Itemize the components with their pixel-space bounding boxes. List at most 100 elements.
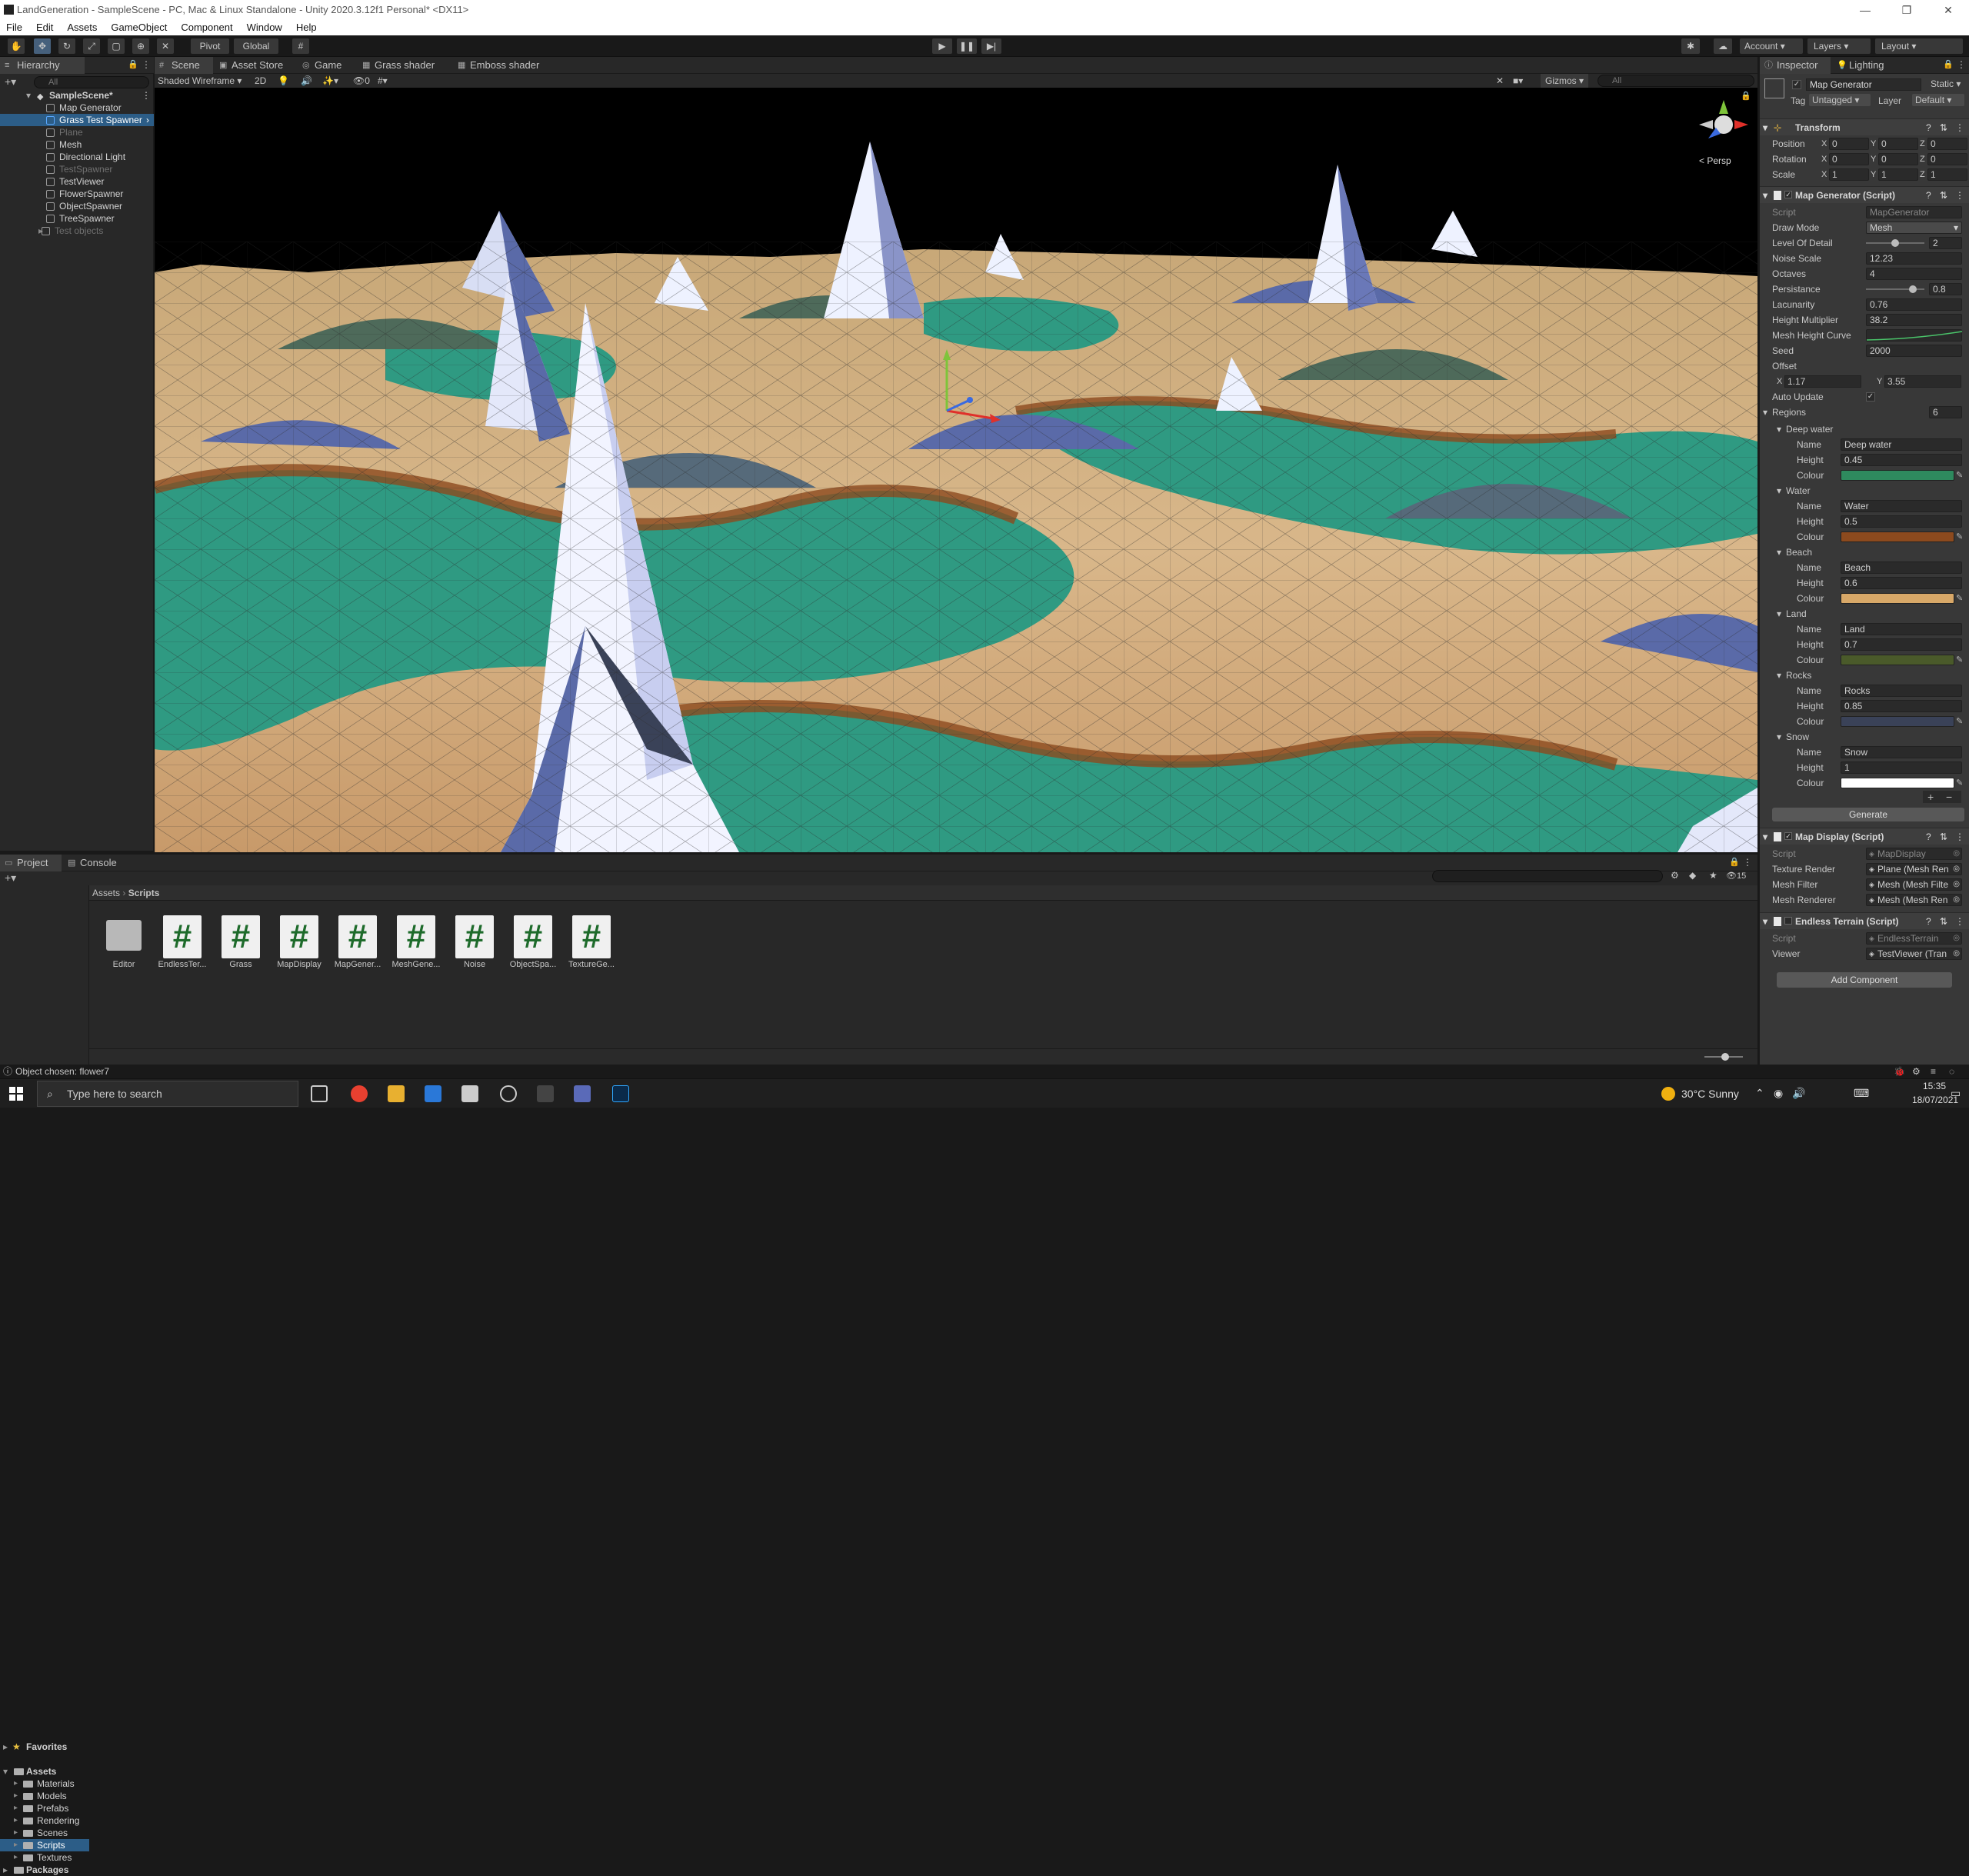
foldout-arrow-icon[interactable]: ▾ [1777,545,1781,560]
transform-rotation-z-field[interactable]: 0 [1927,153,1967,165]
asset-script[interactable]: # ObjectSpa... [506,915,560,969]
status-message[interactable]: Object chosen: flower7 [15,1066,109,1077]
slider-handle[interactable] [1891,239,1899,247]
hierarchy-search-input[interactable]: All [34,76,149,88]
eyedropper-icon[interactable]: ✎ [1956,593,1965,604]
offset-x-field[interactable]: 1.17 [1784,375,1861,388]
gizmo-lock-icon[interactable]: 🔒 [1741,91,1751,101]
object-picker-icon[interactable]: ◎ [1953,933,1960,944]
network-icon[interactable]: ◉ [1774,1087,1783,1100]
foldout-arrow-icon[interactable]: ▾ [1763,913,1767,930]
enabled-checkbox[interactable] [1784,917,1792,925]
folder-item[interactable]: ▸ Scenes [0,1827,89,1839]
scene-menu-icon[interactable]: ⋮ [142,89,151,102]
tab-hierarchy[interactable]: ≡ Hierarchy [0,57,85,74]
region-colour-swatch[interactable] [1841,778,1954,788]
filter-type-icon[interactable]: ⚙ [1671,870,1679,881]
height-curve-field[interactable] [1866,329,1963,342]
eyedropper-icon[interactable]: ✎ [1956,531,1965,542]
asset-script[interactable]: # MeshGene... [389,915,443,969]
slider-handle[interactable] [1908,285,1917,293]
asset-script[interactable]: # Noise [448,915,501,969]
hierarchy-item[interactable]: Grass Test Spawner › [0,114,154,126]
transform-scale-z-field[interactable]: 1 [1927,168,1967,181]
folder-item[interactable]: ▸ Scripts [0,1839,89,1851]
region-height-field[interactable]: 0.5 [1841,515,1962,528]
hierarchy-item[interactable]: Mesh [0,138,154,151]
favorites-item[interactable]: ▸ ★ Favorites [0,1741,89,1753]
assets-folder-item[interactable]: ▾ Assets [0,1765,89,1778]
regions-count-field[interactable]: 6 [1929,406,1962,418]
foldout-arrow-icon[interactable]: ▾ [1777,668,1781,683]
audio-toggle-icon[interactable]: 🔊 [301,74,312,88]
foldout-arrow-icon[interactable]: ▾ [1763,119,1767,136]
expand-arrow-icon[interactable]: ▸ [14,1851,18,1864]
presets-icon[interactable]: ⇅ [1940,828,1947,845]
file-explorer-icon[interactable] [388,1085,405,1102]
draw-mode-dropdown[interactable]: Mesh ▾ [1866,222,1962,234]
play-icon[interactable]: ▶ [932,38,952,54]
notifications-icon[interactable]: ▭ [1951,1087,1961,1100]
regions-row[interactable]: ▾ Regions 6 [1760,405,1969,420]
object-picker-icon[interactable]: ◎ [1953,848,1960,859]
object-field[interactable]: ◈ Mesh (Mesh Ren ◎ [1866,894,1962,906]
tab-asset-store[interactable]: ▣ Asset Store [215,57,296,74]
layers-dropdown[interactable]: Layers ▾ [1807,38,1871,54]
hidden-packages-icon[interactable]: 👁15 [1726,871,1746,881]
custom-tool-icon[interactable]: ✕ [157,38,174,54]
add-region-icon[interactable]: + [1927,791,1934,803]
region-header[interactable]: ▾ Water [1760,483,1969,498]
chrome-icon[interactable] [351,1085,368,1102]
foldout-arrow-icon[interactable]: ▾ [1763,405,1767,420]
eyedropper-icon[interactable]: ✎ [1956,778,1965,788]
scale-tool-icon[interactable]: ⤢ [83,38,100,54]
tab-grass-shader[interactable]: ▦ Grass shader [358,57,451,74]
favorite-star-icon[interactable]: ★ [1709,870,1717,881]
field-value[interactable]: 4 [1866,268,1962,280]
asset-script[interactable]: # Grass [214,915,268,969]
status-cache-icon[interactable]: ⚙ [1912,1065,1921,1078]
active-checkbox[interactable]: ✓ [1792,80,1801,89]
tab-game[interactable]: ◎ Game [298,57,356,74]
object-picker-icon[interactable]: ◎ [1953,864,1960,875]
status-bug-icon[interactable]: 🐞 [1894,1065,1905,1078]
tab-lighting[interactable]: 💡 Lighting [1832,57,1901,74]
taskbar-search-input[interactable]: ⌕ Type here to search [37,1081,298,1107]
toggle-2d-button[interactable]: 2D [255,74,266,88]
keyboard-icon[interactable]: ⌨ [1854,1087,1869,1100]
grid-snap-icon[interactable]: # [292,38,309,54]
rotate-tool-icon[interactable]: ↻ [58,38,75,54]
tab-project[interactable]: ▭ Project [0,855,62,871]
minimize-icon[interactable]: — [1844,0,1886,20]
presets-icon[interactable]: ⇅ [1940,119,1947,136]
project-search-input[interactable] [1432,870,1663,882]
region-colour-swatch[interactable] [1841,531,1954,542]
component-menu-icon[interactable]: ⋮ [1955,119,1964,136]
object-picker-icon[interactable]: ◎ [1953,895,1960,905]
tray-chevron-icon[interactable]: ⌃ [1755,1087,1764,1100]
grid-toggle-icon[interactable]: #▾ [378,74,388,88]
scene-root-row[interactable]: ▾ ◆ SampleScene* ⋮ [0,89,154,102]
orientation-gizmo-icon[interactable]: < Persp [1693,94,1754,171]
task-view-icon[interactable] [311,1085,328,1102]
region-name-field[interactable]: Snow [1841,746,1962,758]
clock-time[interactable]: 15:35 [1923,1081,1946,1091]
transform-rotation-y-field[interactable]: 0 [1878,153,1918,165]
component-menu-icon[interactable]: ⋮ [1955,828,1964,845]
object-picker-icon[interactable]: ◎ [1953,879,1960,890]
region-colour-swatch[interactable] [1841,593,1954,604]
region-colour-swatch[interactable] [1841,716,1954,727]
eyedropper-icon[interactable]: ✎ [1956,470,1965,481]
foldout-arrow-icon[interactable]: ▾ [1763,187,1767,204]
region-header[interactable]: ▾ Land [1760,606,1969,621]
settings-gear-icon[interactable] [500,1085,517,1102]
pivot-toggle[interactable]: Pivot [191,38,229,54]
offset-y-field[interactable]: 3.55 [1884,375,1961,388]
menu-edit[interactable]: Edit [36,20,53,35]
region-name-field[interactable]: Water [1841,500,1962,512]
foldout-arrow-icon[interactable]: ▾ [1777,483,1781,498]
folder-item[interactable]: ▸ Textures [0,1851,89,1864]
menu-file[interactable]: File [6,20,22,35]
object-name-field[interactable]: Map Generator [1806,78,1921,91]
windows-start-icon[interactable] [9,1087,23,1101]
